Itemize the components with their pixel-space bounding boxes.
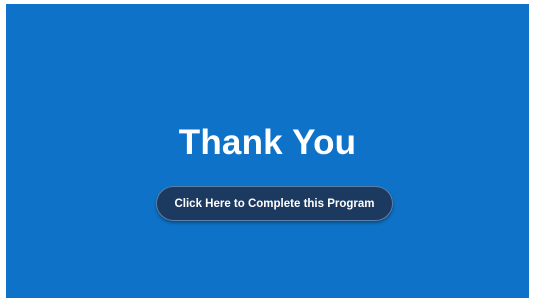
page-title: Thank You: [178, 123, 357, 162]
slide-panel: Thank You Click Here to Complete this Pr…: [6, 4, 529, 298]
window-frame: Thank You Click Here to Complete this Pr…: [0, 0, 535, 304]
complete-program-button[interactable]: Click Here to Complete this Program: [156, 186, 393, 221]
